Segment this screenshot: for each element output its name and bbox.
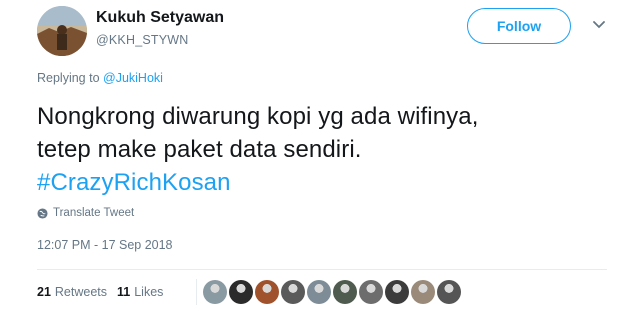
tweet-text-line-2: tetep make paket data sendiri. — [37, 136, 362, 163]
follow-button[interactable]: Follow — [467, 8, 571, 44]
replying-to: Replying to @JukiHoki — [37, 71, 163, 85]
display-name[interactable]: Kukuh Setyawan — [96, 9, 224, 27]
globe-icon — [37, 207, 48, 219]
translate-tweet-link[interactable]: Translate Tweet — [37, 207, 134, 219]
chevron-down-icon[interactable] — [591, 17, 607, 33]
divider — [37, 269, 607, 270]
liker-avatar-7[interactable] — [359, 280, 383, 304]
tweet-card: Kukuh Setyawan @KKH_STYWN Follow Replyin… — [0, 0, 630, 316]
retweets-count[interactable]: 21 — [37, 285, 51, 299]
liker-avatar-4[interactable] — [281, 280, 305, 304]
liker-avatar-1[interactable] — [203, 280, 227, 304]
tweet-text: Nongkrong diwarung kopi yg ada wifinya, … — [37, 100, 607, 199]
liker-avatar-10[interactable] — [437, 280, 461, 304]
liker-avatar-6[interactable] — [333, 280, 357, 304]
liker-avatar-8[interactable] — [385, 280, 409, 304]
retweets-label[interactable]: Retweets — [55, 285, 107, 299]
liker-avatar-9[interactable] — [411, 280, 435, 304]
tweet-timestamp[interactable]: 12:07 PM - 17 Sep 2018 — [37, 238, 173, 252]
tweet-stats: 21 Retweets 11 Likes — [37, 285, 173, 299]
translate-tweet-label: Translate Tweet — [53, 207, 135, 219]
user-handle[interactable]: @KKH_STYWN — [96, 33, 188, 47]
likes-count[interactable]: 11 — [117, 285, 130, 299]
liker-avatars — [196, 279, 463, 305]
liker-avatar-5[interactable] — [307, 280, 331, 304]
tweet-text-line-1: Nongkrong diwarung kopi yg ada wifinya, — [37, 103, 479, 130]
hashtag-link[interactable]: #CrazyRichKosan — [37, 166, 607, 199]
liker-avatar-3[interactable] — [255, 280, 279, 304]
avatar-photo — [37, 6, 87, 56]
replying-to-label: Replying to — [37, 71, 104, 85]
reply-mention-link[interactable]: @JukiHoki — [103, 71, 163, 85]
likes-label[interactable]: Likes — [134, 285, 163, 299]
liker-avatar-2[interactable] — [229, 280, 253, 304]
avatar[interactable] — [37, 6, 87, 56]
